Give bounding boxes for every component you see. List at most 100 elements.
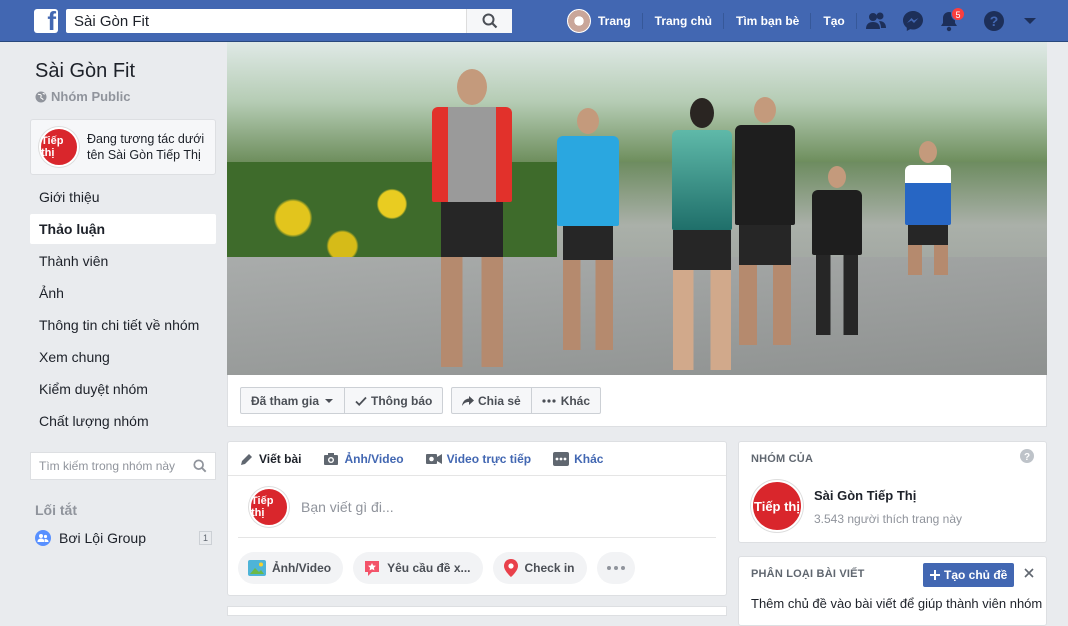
close-icon[interactable] [1024,568,1034,578]
runner-figure [432,69,512,367]
more-dots-icon [606,566,625,570]
notifications-button[interactable]: Thông báo [345,388,442,413]
runner-figure [557,108,619,350]
sidebar-item-insights[interactable]: Thông tin chi tiết về nhóm [30,309,216,341]
sidebar-item-group-quality[interactable]: Chất lượng nhóm [30,405,216,437]
more-dots-icon [542,398,556,403]
share-button[interactable]: Chia sẻ [452,388,532,413]
post-topics-description: Thêm chủ đề vào bài viết để giúp thành v… [751,596,1043,611]
messenger-icon[interactable] [901,9,925,33]
membership-button-group: Đã tham gia Thông báo [240,387,444,414]
page-info: Sài Gòn Tiếp Thị 3.543 người thích trang… [814,488,962,526]
account-menu-chevron-icon[interactable] [1018,9,1042,33]
post-topics-heading: PHÂN LOẠI BÀI VIẾT [751,568,865,580]
more-options-button[interactable] [596,552,635,584]
sidebar-item-moderation[interactable]: Kiểm duyệt nhóm [30,373,216,405]
help-icon[interactable]: ? [1020,449,1034,463]
joined-button[interactable]: Đã tham gia [241,388,346,413]
tab-more[interactable]: Khác [553,451,603,466]
tab-live-video-label: Video trực tiếp [446,451,532,466]
check-in-button[interactable]: Check in [492,552,587,584]
group-icon [35,530,51,546]
global-search-input[interactable] [66,9,466,33]
video-camera-icon [425,453,442,464]
acting-as-card[interactable]: Tiếp thị Đang tương tác dưới tên Sài Gòn… [30,119,216,175]
camera-icon [324,452,339,465]
nav-find-friends[interactable]: Tìm bạn bè [724,0,812,42]
share-button-group: Chia sẻ Khác [451,387,602,414]
left-sidebar: Sài Gòn Fit Nhóm Public Tiếp thị Đang tư… [30,42,216,548]
group-search-input[interactable] [31,453,181,479]
composer-actions: Ảnh/Video Yêu cầu đề x... Check in [228,538,726,584]
facebook-logo-icon[interactable]: f [34,9,58,33]
composer-tabs: Viết bài Ảnh/Video Video trực tiếp Khác [228,442,726,476]
avatar [567,9,591,33]
runner-figure [812,166,862,335]
global-search [66,9,512,33]
nav-create[interactable]: Tạo [811,0,858,42]
nav-home-label: Trang chủ [654,14,713,28]
tab-photo-video[interactable]: Ảnh/Video [323,451,404,466]
badge-star-icon [365,561,380,576]
help-icon[interactable]: ? [982,9,1006,33]
group-type-label: Nhóm Public [51,89,131,104]
tab-live-video[interactable]: Video trực tiếp [425,451,532,466]
top-nav-links: Trang Trang chủ Tìm bạn bè Tạo [555,0,858,42]
create-topic-label: Tạo chủ đề [944,568,1008,582]
search-button[interactable] [466,9,512,33]
create-topic-button[interactable]: Tạo chủ đề [923,563,1015,587]
search-icon[interactable] [193,459,207,473]
joined-button-label: Đã tham gia [251,393,320,408]
sidebar-item-about[interactable]: Giới thiệu [30,181,216,213]
group-owner-card: NHÓM CỦA ? Tiếp thị Sài Gòn Tiếp Thị 3.5… [738,441,1047,543]
plus-icon [930,570,940,580]
svg-text:?: ? [1024,452,1030,463]
globe-icon [35,91,47,102]
composer-body: Tiếp thị [238,476,716,538]
check-in-button-label: Check in [524,561,575,575]
page-logo: Tiếp thị [39,127,79,167]
more-button-label: Khác [560,393,591,408]
checkmark-icon [355,396,367,406]
request-topic-button[interactable]: Yêu cầu đề x... [353,552,483,584]
page-logo-text: Tiếp thị [41,135,64,159]
group-menu: Giới thiệu Thảo luận Thành viên Ảnh Thôn… [30,181,216,437]
shortcuts-heading: Lối tắt [35,502,77,518]
sidebar-item-photos[interactable]: Ảnh [30,277,216,309]
caret-down-icon [325,398,334,403]
nav-profile[interactable]: Trang [555,0,643,42]
friend-requests-icon[interactable] [864,9,888,33]
page-logo-text: Tiếp thị [754,498,800,514]
nav-find-friends-label: Tìm bạn bè [736,14,800,28]
nav-home[interactable]: Trang chủ [643,0,725,42]
post-composer: Viết bài Ảnh/Video Video trực tiếp Khác … [227,441,727,596]
page-logo[interactable]: Tiếp thị [751,480,803,532]
next-post-card [227,606,727,616]
tab-write-post[interactable]: Viết bài [240,452,301,466]
photo-video-button-label: Ảnh/Video [272,561,332,575]
group-cover-photo[interactable] [227,42,1047,375]
sidebar-item-discussion[interactable]: Thảo luận [30,214,216,244]
sidebar-item-members[interactable]: Thành viên [30,245,216,277]
tab-write-post-label: Viết bài [259,451,302,466]
photo-icon [248,560,266,576]
composer-input[interactable] [301,498,661,515]
group-title[interactable]: Sài Gòn Fit [35,60,216,83]
sidebar-item-watch-party[interactable]: Xem chung [30,341,216,373]
share-button-label: Chia sẻ [478,393,521,408]
tab-photo-video-label: Ảnh/Video [344,451,404,466]
more-button[interactable]: Khác [532,388,600,413]
page-likes: 3.543 người thích trang này [814,512,962,526]
nav-create-label: Tạo [823,14,845,28]
shortcut-item[interactable]: Bơi Lội Group 1 [30,528,216,548]
nav-profile-label: Trang [598,14,631,28]
shortcut-count: 1 [198,531,212,545]
pencil-icon [241,453,252,465]
group-owner-heading: NHÓM CỦA [751,453,814,465]
svg-text:?: ? [990,13,999,29]
shortcut-label: Bơi Lội Group [59,530,147,546]
post-topics-card: PHÂN LOẠI BÀI VIẾT Tạo chủ đề Thêm chủ đ… [738,556,1047,626]
page-name-link[interactable]: Sài Gòn Tiếp Thị [814,488,962,503]
runner-figure [735,97,795,345]
photo-video-button[interactable]: Ảnh/Video [238,552,344,584]
